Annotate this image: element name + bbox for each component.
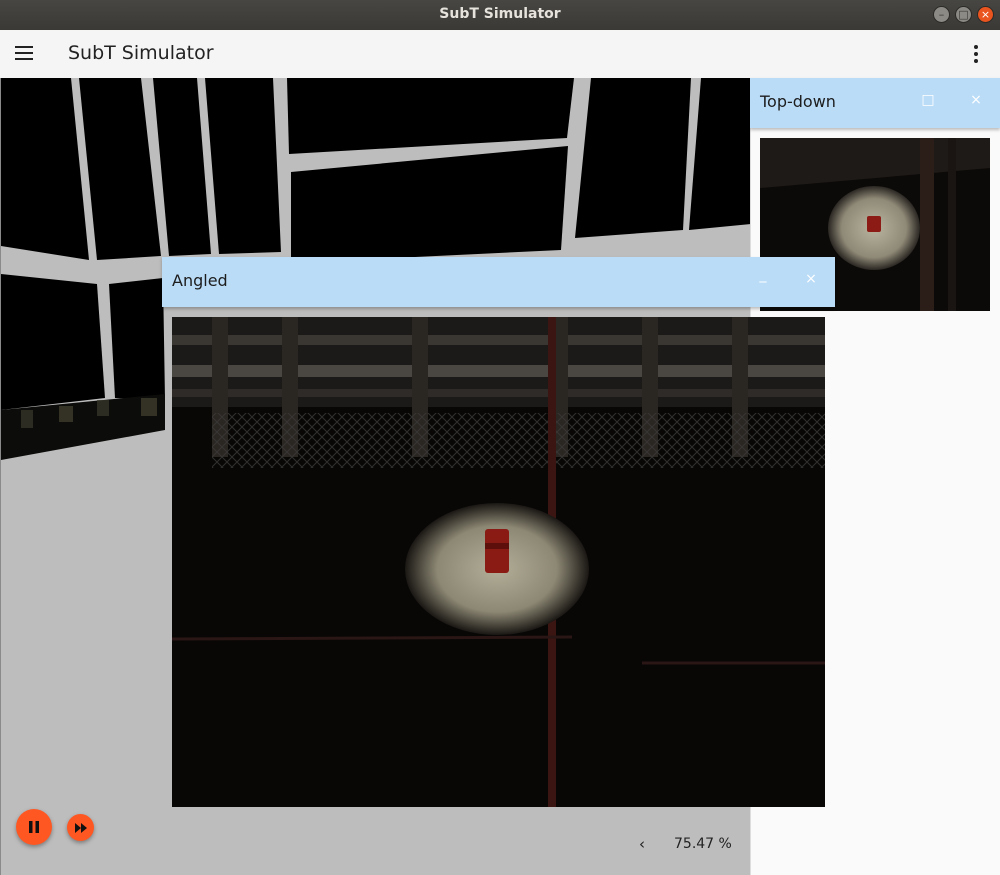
pause-icon	[29, 821, 39, 833]
app-toolbar: SubT Simulator	[0, 30, 1000, 79]
topdown-close-button[interactable]: ×	[968, 92, 984, 108]
window-controls: – □ ×	[933, 6, 994, 23]
maximize-button[interactable]: □	[955, 6, 972, 23]
angled-camera-image	[172, 317, 825, 807]
hamburger-menu-icon[interactable]	[15, 46, 33, 60]
pause-button[interactable]	[16, 809, 52, 845]
close-window-button[interactable]: ×	[977, 6, 994, 23]
angled-plugin-header[interactable]: Angled _ ×	[162, 257, 835, 307]
topdown-maximize-button[interactable]: □	[920, 92, 936, 108]
real-time-factor: 75.47 %	[674, 836, 732, 852]
minimize-button[interactable]: –	[933, 6, 950, 23]
window-titlebar[interactable]: SubT Simulator – □ ×	[0, 0, 1000, 30]
more-options-icon[interactable]	[974, 45, 980, 65]
fast-forward-icon	[74, 822, 87, 833]
topdown-plugin-title: Top-down	[760, 92, 836, 111]
topdown-plugin-header[interactable]: Top-down □ ×	[750, 78, 1000, 128]
angled-close-button[interactable]: ×	[803, 271, 819, 287]
angled-camera-view[interactable]	[172, 317, 825, 807]
angled-minimize-button[interactable]: _	[755, 267, 771, 283]
angled-plugin-title: Angled	[172, 271, 228, 290]
app-title: SubT Simulator	[68, 42, 214, 64]
step-forward-button[interactable]	[67, 814, 94, 841]
window-title: SubT Simulator	[439, 6, 561, 22]
expand-stats-chevron[interactable]: ‹	[639, 835, 645, 853]
